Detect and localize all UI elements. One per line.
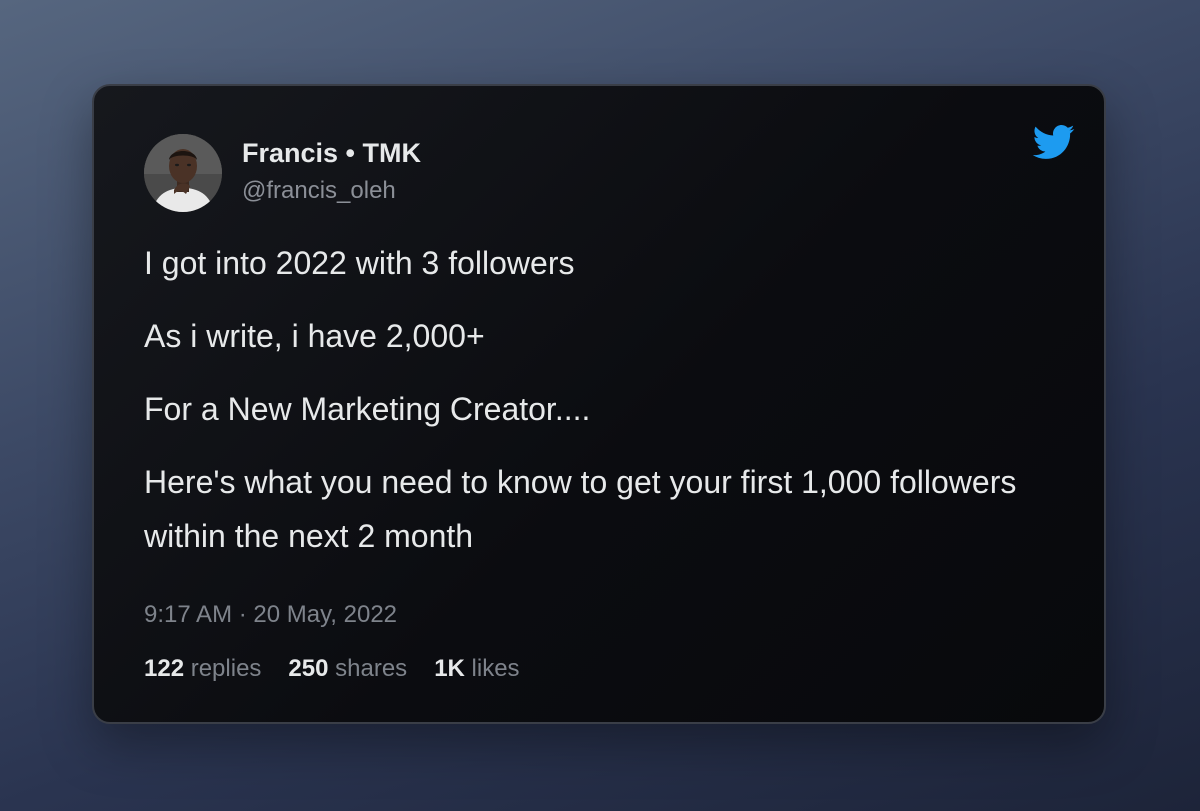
user-handle[interactable]: @francis_oleh <box>242 177 396 205</box>
tweet-card: Francis • TMK @francis_oleh I got into 2… <box>92 84 1106 724</box>
likes-label: likes <box>471 655 520 682</box>
shares-stat[interactable]: 250 shares <box>288 655 407 683</box>
avatar[interactable] <box>144 134 222 212</box>
tweet-timestamp[interactable]: 9:17 AM · 20 May, 2022 <box>144 601 397 629</box>
tweet-stats: 122 replies 250 shares 1K likes <box>144 655 520 683</box>
replies-label: replies <box>190 655 262 682</box>
display-name[interactable]: Francis • TMK <box>242 138 421 169</box>
tweet-paragraph: For a New Marketing Creator.... <box>144 391 591 427</box>
shares-count: 250 <box>288 655 329 682</box>
tweet-paragraph: I got into 2022 with 3 followers <box>144 245 575 281</box>
likes-stat[interactable]: 1K likes <box>434 655 519 683</box>
tweet-body: I got into 2022 with 3 followers As i wr… <box>144 236 1044 582</box>
replies-count: 122 <box>144 655 185 682</box>
shares-label: shares <box>335 655 408 682</box>
tweet-paragraph: Here's what you need to know to get your… <box>144 464 1017 554</box>
twitter-bird-icon <box>1028 120 1078 164</box>
replies-stat[interactable]: 122 replies <box>144 655 261 683</box>
likes-count: 1K <box>434 655 465 682</box>
avatar-image <box>144 134 222 212</box>
tweet-paragraph: As i write, i have 2,000+ <box>144 318 485 354</box>
